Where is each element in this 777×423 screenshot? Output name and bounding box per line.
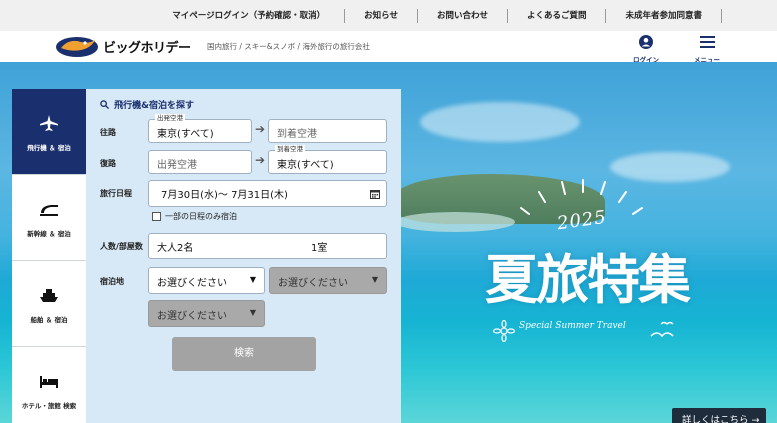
destination-subarea-value: お選びください: [157, 311, 227, 322]
outbound-departure-value: 東京(すべて): [157, 129, 214, 140]
outbound-arrival-placeholder: 到着空港: [277, 129, 317, 140]
return-departure-airport[interactable]: 出発空港: [148, 150, 252, 174]
arrow-right-icon: ➔: [255, 153, 266, 167]
news-link[interactable]: お知らせ: [345, 8, 418, 23]
tab-flight-hotel-label: 飛行機 ＆ 宿泊: [27, 144, 71, 152]
train-icon: [40, 205, 58, 216]
tab-ship-hotel[interactable]: 船舶 ＆ 宿泊: [12, 261, 86, 347]
mypage-login-link[interactable]: マイページログイン（予約確認・取消）: [172, 8, 346, 23]
ship-icon: [40, 289, 58, 302]
guests-rooms-field[interactable]: 大人2名 1室: [148, 233, 387, 259]
product-tabs: 飛行機 ＆ 宿泊 新幹線 ＆ 宿泊 船舶 ＆ 宿泊 ホテル・旅館 検索: [12, 89, 94, 423]
tab-flight-hotel[interactable]: 飛行機 ＆ 宿泊: [12, 89, 94, 175]
airplane-icon: [40, 115, 58, 131]
campaign-detail-button[interactable]: 詳しくはこちら →: [672, 408, 766, 423]
outbound-label: 往路: [100, 128, 116, 137]
utility-links: マイページログイン（予約確認・取消） お知らせ お問い合わせ よくあるご質問 未…: [172, 0, 722, 31]
login-button[interactable]: ログイン: [631, 34, 661, 64]
outbound-departure-airport[interactable]: 出発空港 東京(すべて): [148, 114, 252, 143]
destination-label: 宿泊地: [100, 277, 124, 286]
return-arrival-value: 東京(すべて): [277, 160, 334, 171]
site-logo[interactable]: ビッグホリデー: [55, 34, 191, 58]
destination-subarea-select[interactable]: お選びください ▼: [148, 300, 265, 327]
return-departure-placeholder: 出発空港: [157, 160, 197, 171]
tab-hotel-search-label: ホテル・旅館 検索: [21, 402, 77, 410]
return-arrival-airport[interactable]: 到着空港 東京(すべて): [268, 145, 387, 174]
utility-bar: マイページログイン（予約確認・取消） お知らせ お問い合わせ よくあるご質問 未…: [0, 0, 777, 31]
campaign-subtitle: Special Summer Travel: [519, 321, 626, 331]
user-icon: [639, 35, 653, 49]
travel-dates-value: 7月30日(水)〜 7月31日(木): [161, 190, 288, 201]
partial-stay-label: 一部の日程のみ宿泊: [165, 212, 237, 221]
contact-link[interactable]: お問い合わせ: [418, 8, 508, 23]
bed-icon: [40, 376, 58, 388]
guests-value: 大人2名: [157, 243, 194, 254]
chevron-down-icon: ▼: [249, 308, 256, 317]
search-button[interactable]: 検索: [172, 337, 316, 371]
guests-rooms-label: 人数/部屋数: [100, 242, 143, 251]
header-tagline: 国内旅行 / スキー&スノボ / 海外旅行の旅行会社: [207, 42, 370, 51]
rooms-value: 1室: [311, 243, 328, 254]
chevron-down-icon: ▼: [249, 275, 256, 284]
seagull-icon: [650, 321, 674, 338]
search-icon: [100, 100, 110, 110]
campaign-banner[interactable]: 2025 夏旅特集 Special Summer Travel: [465, 178, 705, 348]
arrow-right-icon: ➔: [255, 122, 266, 136]
minor-consent-link[interactable]: 未成年者参加同意書: [606, 8, 722, 23]
campaign-title: 夏旅特集: [485, 250, 691, 311]
tab-train-hotel[interactable]: 新幹線 ＆ 宿泊: [12, 175, 86, 261]
logo-text: ビッグホリデー: [103, 40, 191, 56]
tab-hotel-search[interactable]: ホテル・旅館 検索: [12, 347, 86, 423]
search-panel-title: 飛行機&宿泊を探す: [100, 98, 194, 111]
tab-ship-hotel-label: 船舶 ＆ 宿泊: [30, 316, 68, 324]
hero-cloud: [420, 102, 580, 142]
travel-dates-label: 旅行日程: [100, 189, 132, 198]
logo-bird-icon: [55, 34, 99, 58]
return-arrival-caption: 到着空港: [275, 145, 305, 153]
destination-prefecture-value: お選びください: [157, 278, 227, 289]
flower-icon: [493, 320, 515, 342]
search-title-text: 飛行機&宿泊を探す: [114, 101, 194, 111]
partial-stay-checkbox[interactable]: 一部の日程のみ宿泊: [152, 211, 237, 222]
tab-train-hotel-label: 新幹線 ＆ 宿泊: [27, 230, 71, 238]
destination-area-select[interactable]: お選びください ▼: [269, 267, 387, 294]
search-panel: 飛行機&宿泊を探す 往路 出発空港 東京(すべて) ➔ 到着空港 復路 出発空港…: [86, 89, 401, 423]
calendar-icon: [370, 190, 380, 199]
menu-button[interactable]: メニュー: [692, 34, 722, 64]
outbound-arrival-airport[interactable]: 到着空港: [268, 119, 387, 143]
return-label: 復路: [100, 159, 116, 168]
travel-dates-field[interactable]: 7月30日(水)〜 7月31日(木): [148, 180, 387, 207]
outbound-departure-caption: 出発空港: [155, 114, 185, 122]
chevron-down-icon: ▼: [371, 275, 378, 284]
hamburger-icon: [699, 36, 715, 48]
faq-link[interactable]: よくあるご質問: [508, 8, 607, 23]
destination-prefecture-select[interactable]: お選びください ▼: [148, 267, 265, 294]
site-header: ビッグホリデー 国内旅行 / スキー&スノボ / 海外旅行の旅行会社 ログイン …: [0, 31, 777, 64]
destination-area-value: お選びください: [278, 278, 348, 289]
checkbox-box[interactable]: [152, 212, 161, 221]
